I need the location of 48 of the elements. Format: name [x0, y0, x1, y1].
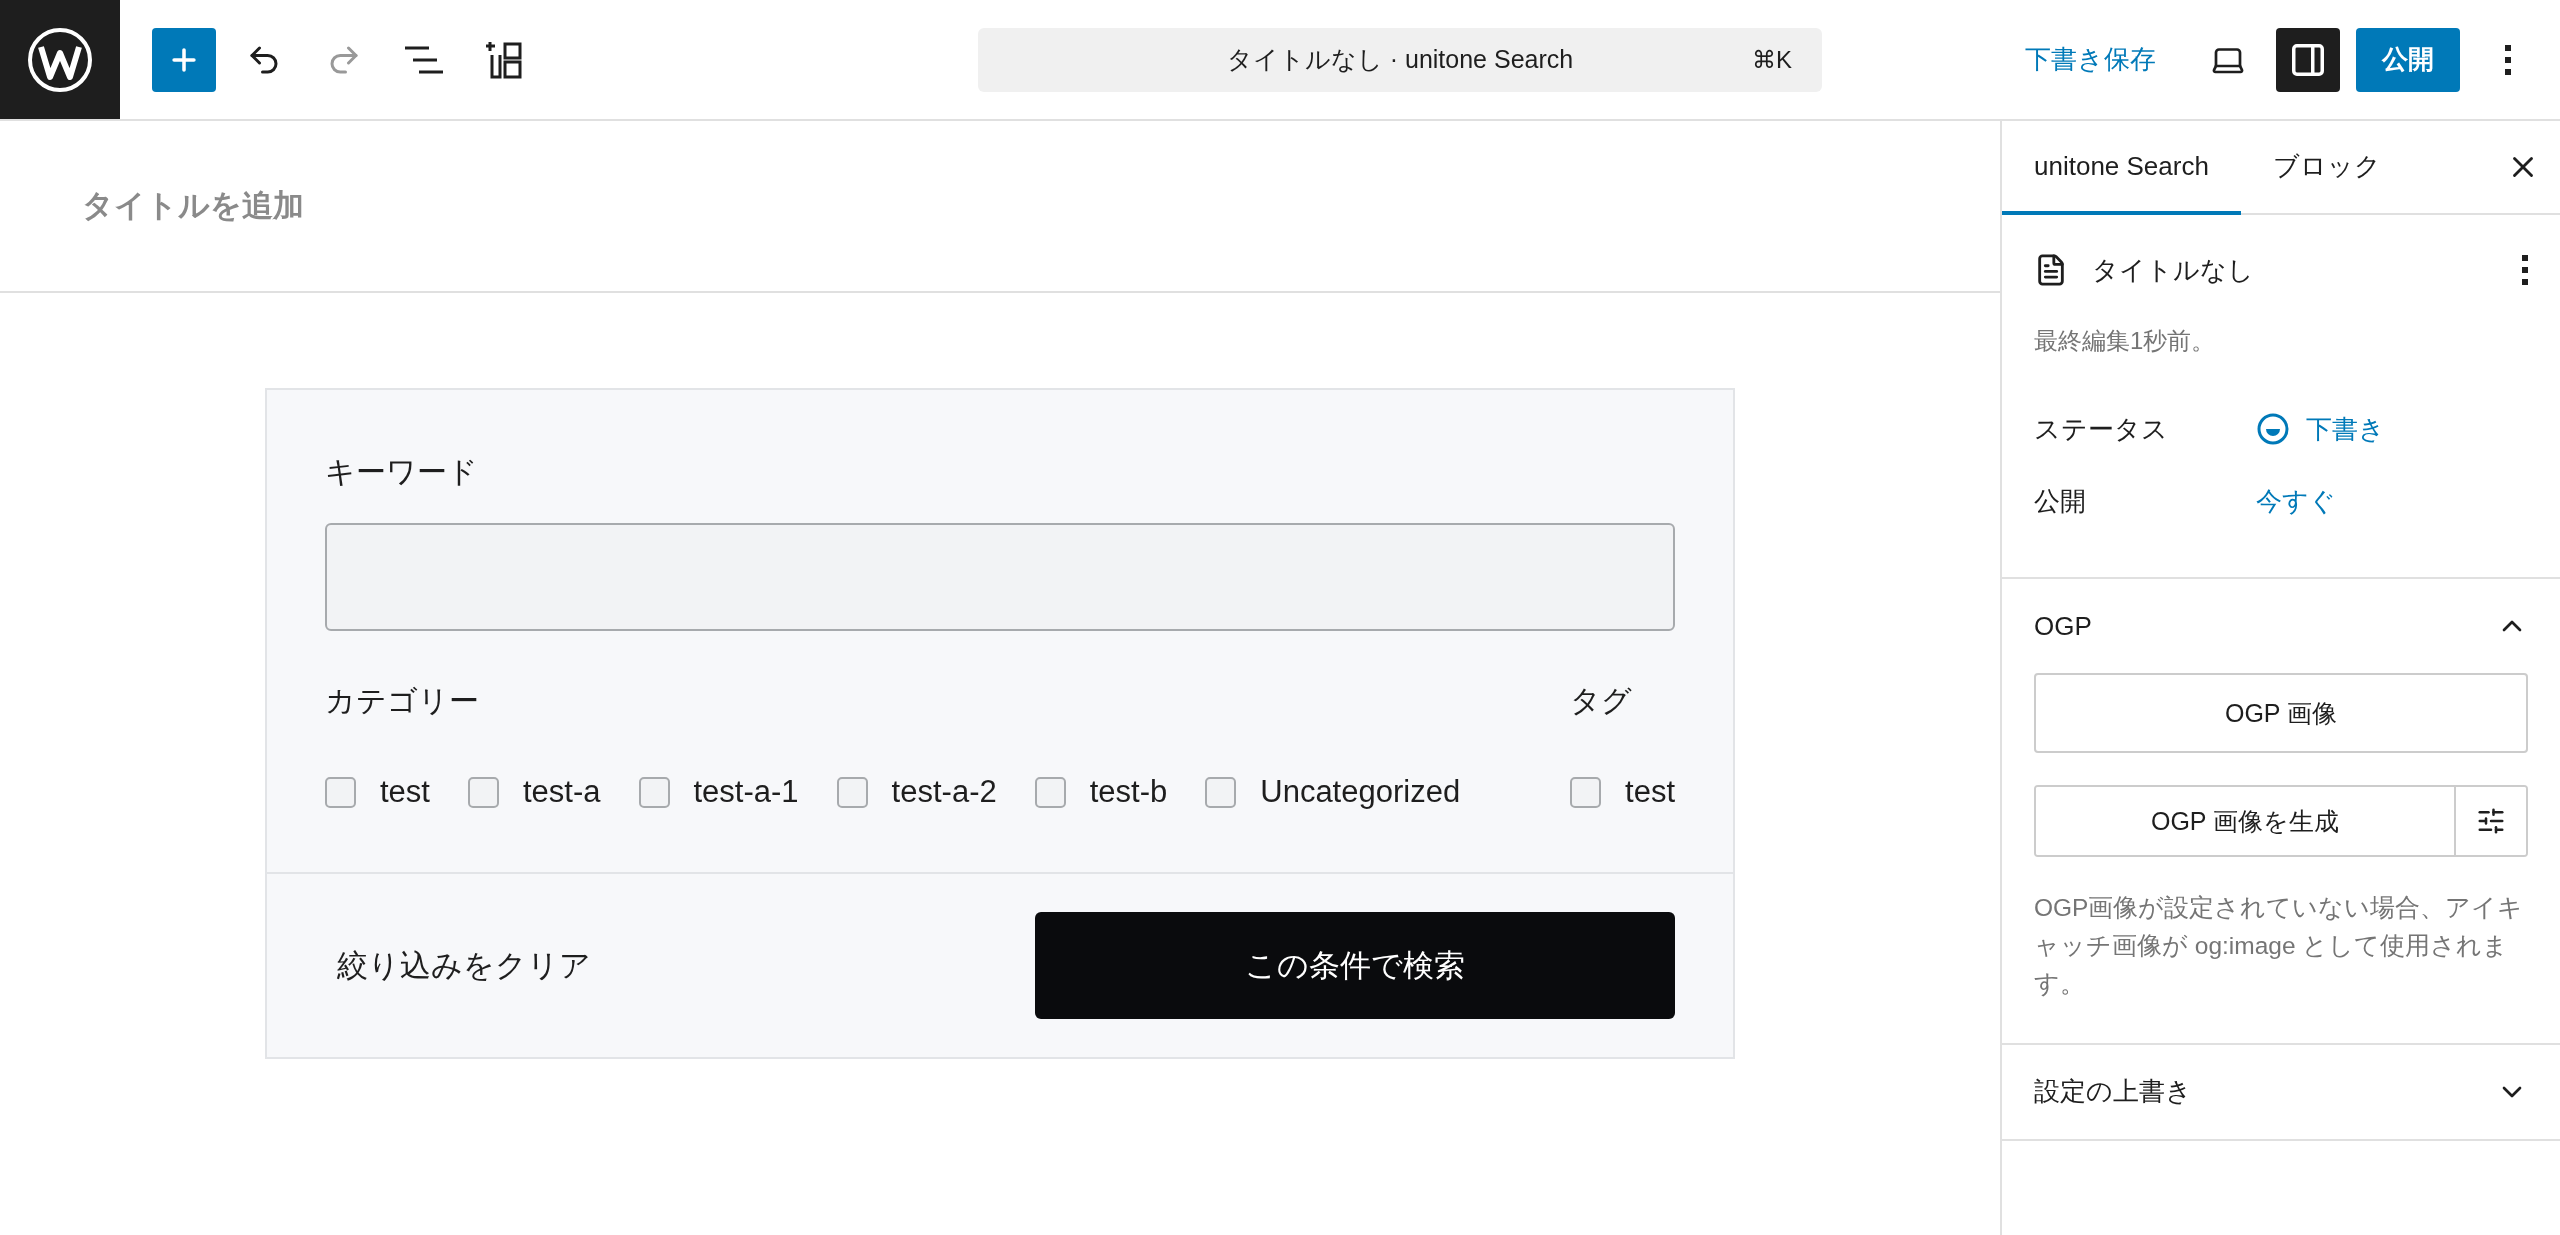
status-link[interactable]: 下書き: [2256, 411, 2385, 447]
field-label: ステータス: [2034, 412, 2169, 446]
checkbox-label: test-a-1: [693, 774, 799, 810]
checkbox[interactable]: [1570, 776, 1602, 808]
panel-toggle[interactable]: 設定の上書き: [2034, 1066, 2528, 1117]
checkbox-label: test: [380, 774, 430, 810]
add-block-button[interactable]: [152, 27, 216, 92]
save-draft-button[interactable]: 下書き保存: [2001, 42, 2180, 77]
checkbox-label: test-a-2: [891, 774, 997, 810]
checkbox-label: test: [1625, 774, 1675, 810]
shortcut-hint: ⌘K: [1752, 45, 1792, 74]
settings-toggle-button[interactable]: [2276, 27, 2340, 92]
keyword-label: キーワード: [325, 454, 479, 490]
ogp-image-button[interactable]: OGP 画像: [2034, 673, 2528, 753]
checkbox[interactable]: [1034, 776, 1066, 808]
publish-button[interactable]: 公開: [2356, 27, 2460, 92]
checkbox-label: Uncategorized: [1260, 774, 1461, 810]
list-view-icon: [405, 45, 443, 74]
generate-ogp-button[interactable]: OGP 画像を生成: [2036, 787, 2456, 855]
tag-label: タグ: [1570, 683, 1634, 719]
help-text: OGP画像が設定されていない場合、アイキャッチ画像が og:image として使用されます。: [2034, 893, 2525, 999]
checkbox[interactable]: [467, 776, 499, 808]
clear-filters-button[interactable]: 絞り込みをクリア: [337, 944, 591, 987]
checkbox[interactable]: [638, 776, 670, 808]
checkbox[interactable]: [1205, 776, 1237, 808]
category-label: カテゴリー: [325, 683, 480, 719]
wordpress-logo-icon: [27, 26, 93, 93]
more-icon: [2522, 255, 2528, 285]
checkbox[interactable]: [325, 776, 356, 808]
field-label: 公開: [2034, 484, 2087, 518]
block-layout-icon: [485, 40, 523, 79]
sidebar-tab[interactable]: ブロック: [2240, 121, 2413, 215]
more-icon: [2505, 44, 2511, 75]
search-button[interactable]: この条件で検索: [1035, 912, 1675, 1019]
post-title: タイトルなし: [2092, 253, 2255, 287]
last-edited-text: 最終編集1秒前。: [2034, 326, 2217, 356]
draft-status-icon: [2256, 412, 2290, 446]
checkbox-label: test-b: [1089, 774, 1168, 810]
keyword-input-field[interactable]: [325, 523, 1675, 631]
sliders-icon: [2476, 806, 2506, 836]
panel-toggle[interactable]: OGP: [2034, 601, 2528, 651]
checkbox-label: test-a: [522, 774, 601, 810]
sidebar-tab[interactable]: unitone Search: [2002, 121, 2241, 215]
command-title: タイトルなし · unitone Search: [1225, 44, 1575, 75]
logo-tile[interactable]: [0, 0, 120, 119]
checkbox[interactable]: [836, 776, 868, 808]
publish-date-link[interactable]: 今すぐ: [2256, 483, 2336, 519]
command-bar[interactable]: タイトルなし · unitone Search ⌘K: [978, 27, 1822, 92]
